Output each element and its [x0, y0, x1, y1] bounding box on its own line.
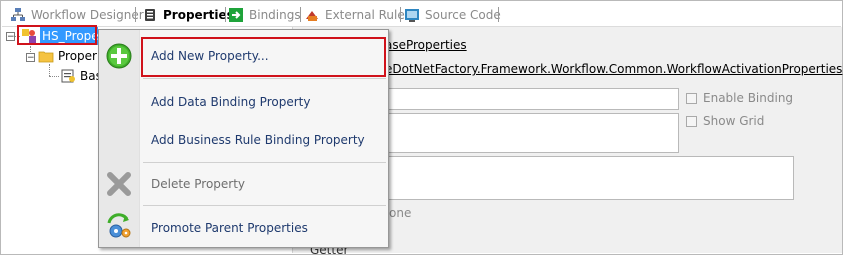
- tab-external-rules[interactable]: External Rules: [304, 6, 411, 24]
- tab-label: External Rules: [325, 8, 411, 22]
- tab-bindings[interactable]: Bindings: [228, 6, 301, 24]
- bindings-icon: [229, 8, 243, 22]
- class-type-link[interactable]: eDotNetFactory.Framework.Workflow.Common…: [385, 62, 842, 76]
- tab-label: Properties: [163, 8, 234, 22]
- tab-separator: [300, 7, 301, 22]
- tree-node-properties[interactable]: Proper: [58, 49, 97, 63]
- menu-item-add-data-binding-property[interactable]: Add Data Binding Property: [99, 87, 388, 117]
- enable-binding-label: Enable Binding: [703, 91, 794, 105]
- workflow-designer-icon: [11, 8, 25, 21]
- tab-properties[interactable]: Properties: [142, 6, 234, 24]
- highlight-box-root: [17, 25, 97, 45]
- external-rules-icon: [306, 11, 318, 21]
- tab-strip: Workflow Designer Properties Bindings Ex…: [2, 2, 841, 27]
- menu-item-label: Add Business Rule Binding Property: [151, 133, 365, 147]
- properties-icon: [145, 9, 155, 21]
- menu-separator: [143, 78, 386, 79]
- add-green-icon: [106, 43, 132, 69]
- enable-binding-checkbox[interactable]: Enable Binding: [686, 91, 793, 105]
- source-code-icon: [405, 9, 419, 22]
- menu-item-label: Add Data Binding Property: [151, 95, 311, 109]
- tab-label: Bindings: [249, 8, 301, 22]
- tab-label: Source Code: [425, 8, 501, 22]
- tree-connector: [49, 76, 59, 77]
- menu-item-label: Delete Property: [151, 177, 246, 191]
- menu-separator: [143, 205, 386, 206]
- property-name-field[interactable]: [387, 88, 679, 110]
- collapse-toggle[interactable]: −: [6, 32, 15, 42]
- promote-gears-icon: [107, 213, 131, 238]
- tab-separator: [135, 7, 136, 22]
- highlight-box-add-new-property: [141, 37, 386, 77]
- tree-connector: [49, 64, 50, 76]
- property-type-field[interactable]: [387, 113, 679, 153]
- menu-item-label: Promote Parent Properties: [151, 221, 308, 235]
- tab-separator: [225, 7, 226, 22]
- menu-item-promote-parent-properties[interactable]: Promote Parent Properties: [99, 213, 388, 243]
- checkbox-box: [686, 115, 697, 127]
- property-icon: [61, 69, 75, 83]
- show-grid-checkbox[interactable]: Show Grid: [686, 114, 764, 128]
- checkbox-box: [686, 92, 697, 104]
- description-field[interactable]: [387, 156, 794, 200]
- collapse-toggle[interactable]: −: [26, 53, 35, 63]
- none-text: one: [389, 206, 412, 220]
- menu-separator: [143, 162, 386, 163]
- menu-item-add-business-rule-binding-property[interactable]: Add Business Rule Binding Property: [99, 125, 388, 155]
- tab-separator: [498, 7, 499, 22]
- base-properties-link[interactable]: aseProperties: [385, 38, 467, 52]
- menu-item-delete-property[interactable]: Delete Property: [99, 169, 388, 199]
- tab-source-code[interactable]: Source Code: [404, 6, 501, 24]
- show-grid-label: Show Grid: [703, 114, 765, 128]
- tab-label: Workflow Designer: [31, 8, 144, 22]
- tab-separator: [400, 7, 401, 22]
- tab-workflow-designer[interactable]: Workflow Designer: [10, 6, 144, 24]
- folder-icon: [38, 51, 54, 63]
- delete-x-icon: [107, 172, 131, 196]
